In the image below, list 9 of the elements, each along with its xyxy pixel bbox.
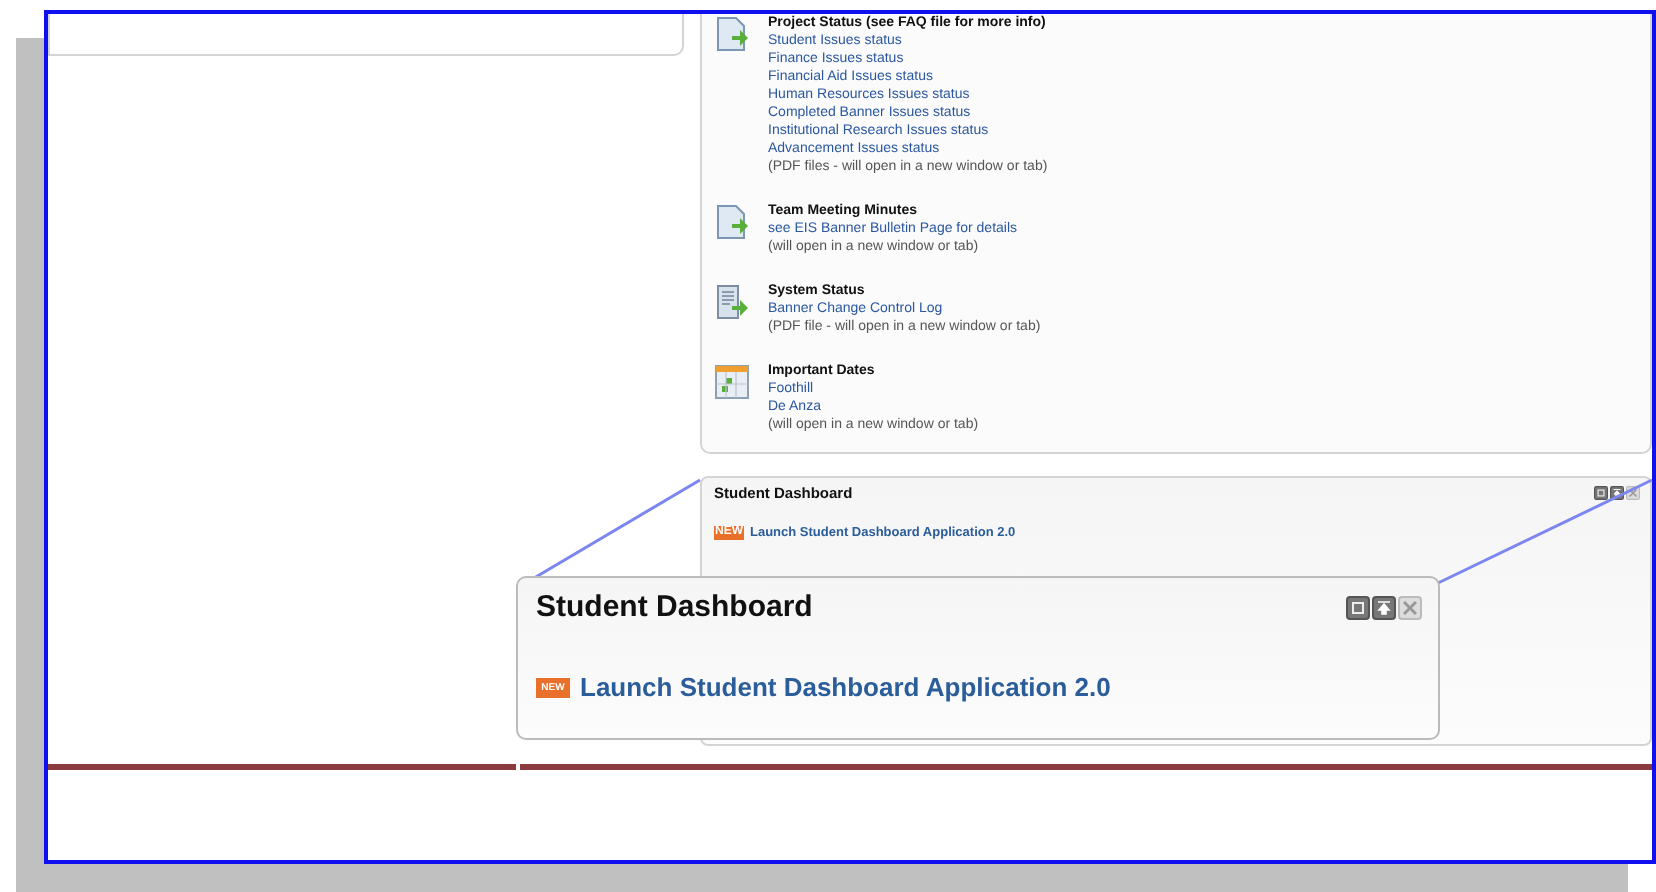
panel-title: Student Dashboard <box>536 590 813 624</box>
restore-icon[interactable] <box>1346 595 1370 619</box>
launch-link[interactable]: Launch Student Dashboard Application 2.0 <box>580 672 1111 702</box>
maximize-icon[interactable] <box>1372 595 1396 619</box>
calendar-icon <box>714 364 750 400</box>
document-arrow-icon <box>714 204 750 240</box>
restore-icon[interactable] <box>1594 486 1608 500</box>
document-arrow-icon <box>714 284 750 320</box>
document-arrow-icon <box>714 16 750 52</box>
